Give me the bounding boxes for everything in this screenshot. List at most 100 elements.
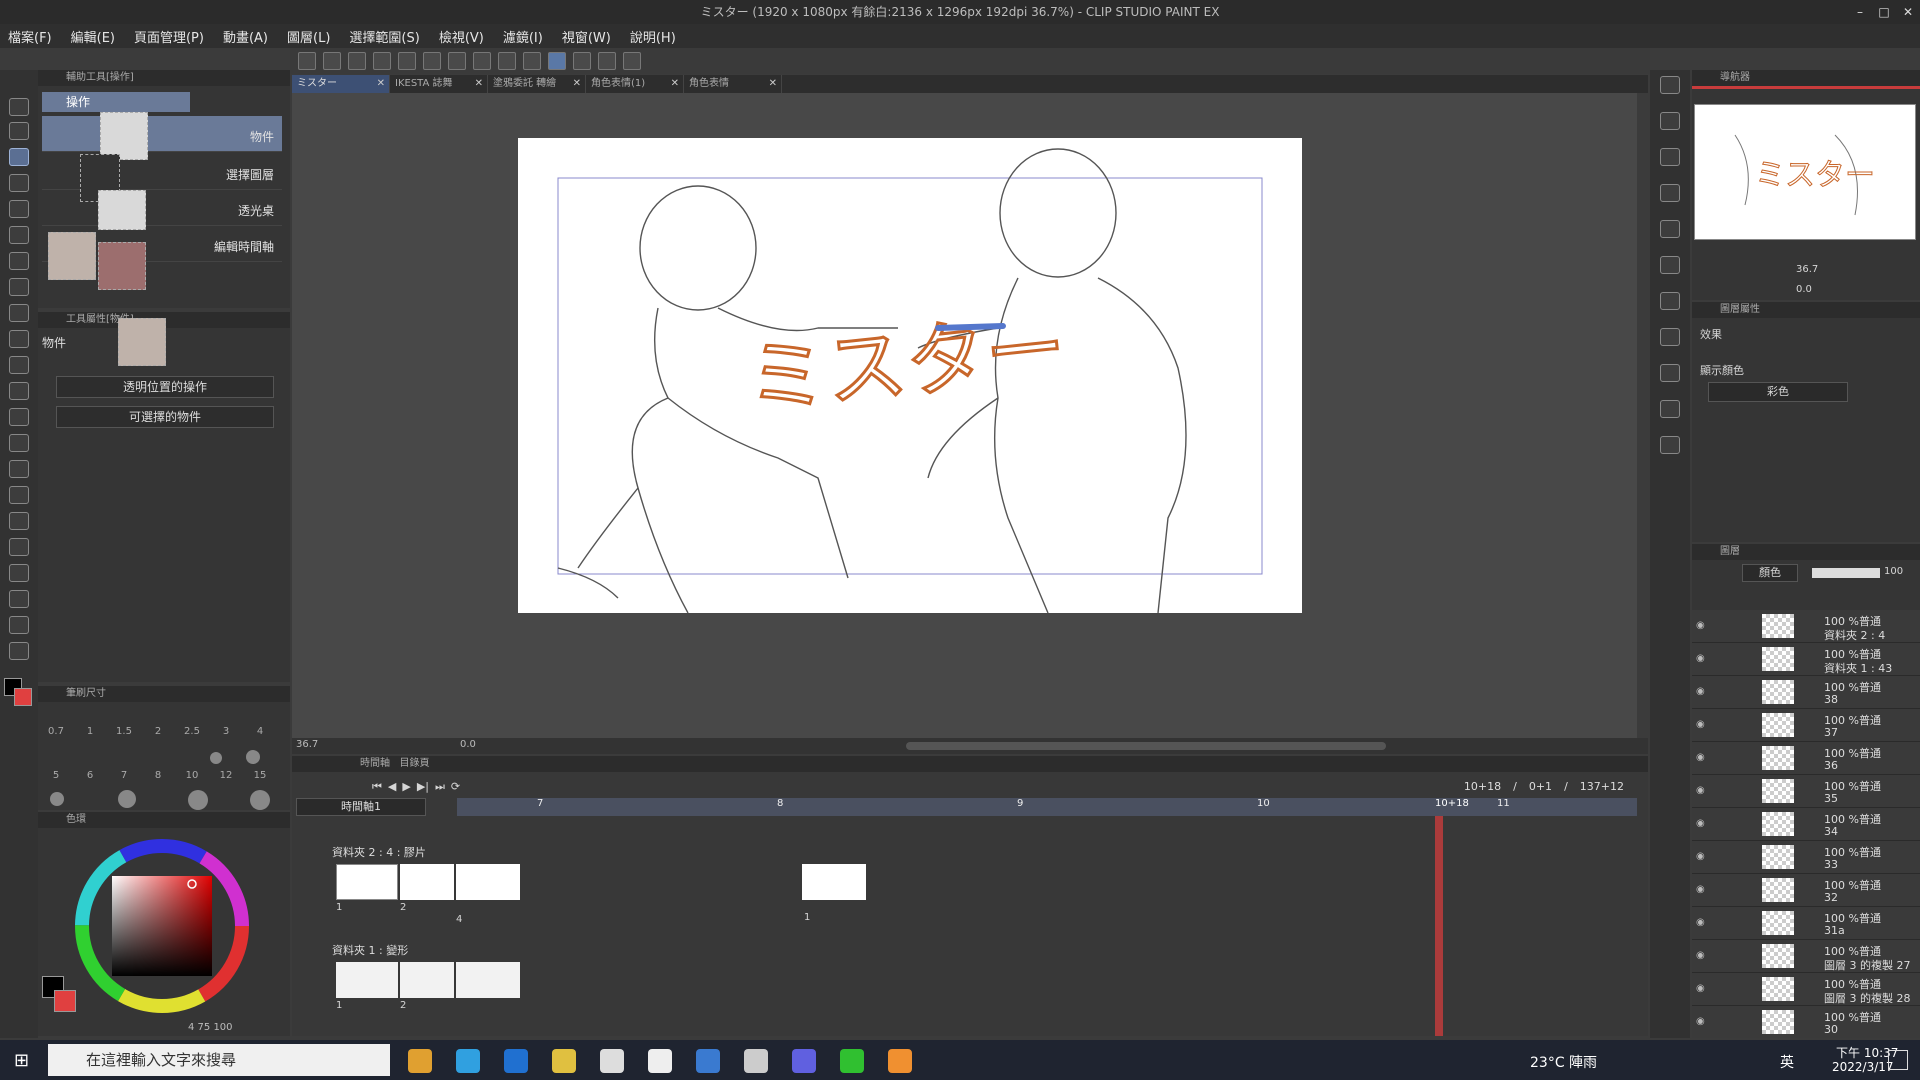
eye-icon[interactable]: ◉ [1696, 818, 1705, 829]
cel-thumbnail[interactable] [336, 962, 398, 998]
balloon-icon[interactable] [9, 616, 29, 634]
cel-thumbnail[interactable] [400, 864, 454, 900]
layer-row[interactable]: ◉ 100 %普通 圖層 3 的複製 27 [1692, 940, 1920, 973]
undo-icon[interactable] [398, 52, 416, 70]
doc-tab[interactable]: IKESTA 誌舞 ✕ [390, 75, 488, 93]
menu-file[interactable]: 檔案(F) [8, 27, 52, 46]
eye-icon[interactable]: ◉ [1696, 785, 1705, 796]
minimize-button[interactable]: – [1848, 0, 1872, 24]
prev-frame-icon[interactable]: ◀ [388, 780, 396, 798]
layer-row[interactable]: ◉ 100 %普通 38 [1692, 676, 1920, 709]
snap-ruler-icon[interactable] [523, 52, 541, 70]
panel-icon[interactable] [1660, 292, 1680, 310]
layer-row[interactable]: ◉ 100 %普通 36 [1692, 742, 1920, 775]
track-header[interactable]: 資料夾 1 : 變形 [292, 940, 1632, 960]
snap-special-ruler-icon[interactable] [548, 52, 566, 70]
panel-icon[interactable] [1660, 112, 1680, 130]
navigator-angle[interactable]: 0.0 [1796, 284, 1812, 295]
ime-indicator[interactable]: 英 [1780, 1052, 1794, 1072]
layer-row[interactable]: ◉ 100 %普通 37 [1692, 709, 1920, 742]
menu-page[interactable]: 頁面管理(P) [134, 27, 204, 46]
cel-thumbnail[interactable] [456, 962, 520, 998]
pen-icon[interactable] [9, 278, 29, 296]
app-icon[interactable] [600, 1049, 624, 1073]
navigator-preview[interactable]: ミスター [1694, 104, 1916, 240]
cel-thumbnail[interactable] [400, 962, 454, 998]
fill-icon[interactable] [473, 52, 491, 70]
brush-size-option[interactable]: 3 [214, 726, 238, 737]
layer-row[interactable]: ◉ 100 %普通 34 [1692, 808, 1920, 841]
layer-row[interactable]: ◉ 100 %普通 資料夾 1 : 43 [1692, 643, 1920, 676]
rotate-tool-icon[interactable] [9, 122, 29, 140]
transparent-operation-dropdown[interactable]: 透明位置的操作 [56, 376, 274, 398]
device-settings-icon[interactable] [598, 52, 616, 70]
brush-size-option[interactable]: 10 [180, 770, 204, 781]
line-icon[interactable] [840, 1049, 864, 1073]
brush-size-option[interactable]: 2 [146, 726, 170, 737]
open-file-icon[interactable] [348, 52, 366, 70]
folder-icon[interactable] [552, 1049, 576, 1073]
sub-color-swatch[interactable] [14, 688, 32, 706]
canvas[interactable]: ミスター [518, 138, 1302, 614]
correct-line-icon[interactable] [9, 642, 29, 660]
angle-readout[interactable]: 0.0 [460, 739, 476, 750]
brush-size-option[interactable]: 8 [146, 770, 170, 781]
panel-icon[interactable] [1660, 364, 1680, 382]
airbrush-icon[interactable] [9, 356, 29, 374]
cel-thumbnail[interactable] [802, 864, 866, 900]
clear-icon[interactable] [448, 52, 466, 70]
subtool-select-layer[interactable]: 選擇圖層 [42, 154, 282, 202]
blend-mode-dropdown[interactable]: 顏色 [1742, 564, 1798, 582]
eye-icon[interactable]: ◉ [1696, 686, 1705, 697]
text-tool-icon[interactable] [9, 590, 29, 608]
panel-icon[interactable] [1660, 256, 1680, 274]
horizontal-scrollbar[interactable] [906, 742, 1386, 750]
edge-icon[interactable] [504, 1049, 528, 1073]
layer-row[interactable]: ◉ 100 %普通 30 [1692, 1006, 1920, 1038]
brush-size-option[interactable]: 15 [248, 770, 272, 781]
panel-icon[interactable] [1660, 328, 1680, 346]
close-icon[interactable]: ✕ [671, 75, 679, 93]
color-wheel[interactable] [70, 834, 254, 1018]
weather[interactable]: 23°C 陣雨 [1530, 1052, 1597, 1072]
doc-tab[interactable]: 角色表情(1) ✕ [586, 75, 684, 93]
brush-size-option[interactable]: 1 [78, 726, 102, 737]
first-frame-icon[interactable]: ⏮ [372, 780, 382, 798]
snap-grid-icon[interactable] [573, 52, 591, 70]
app-icon[interactable] [696, 1049, 720, 1073]
layer-row[interactable]: ◉ 100 %普通 圖層 3 的複製 28 [1692, 973, 1920, 1006]
subtool-light-table[interactable]: 透光桌 [42, 190, 282, 230]
opacity-value[interactable]: 100 [1884, 566, 1903, 577]
clip-studio-icon[interactable] [744, 1049, 768, 1073]
fill-tool-icon[interactable] [9, 460, 29, 478]
panel-icon[interactable] [1660, 184, 1680, 202]
eye-icon[interactable]: ◉ [1696, 752, 1705, 763]
brush-size-option[interactable]: 5 [44, 770, 68, 781]
taskbar-search-input[interactable]: 在這裡輸入文字來搜尋 [48, 1044, 390, 1076]
app-icon[interactable] [648, 1049, 672, 1073]
close-icon[interactable]: ✕ [377, 75, 385, 93]
menu-selection[interactable]: 選擇範圍(S) [349, 27, 419, 46]
figure-icon[interactable] [9, 512, 29, 530]
layer-row[interactable]: ◉ 100 %普通 35 [1692, 775, 1920, 808]
search-icon[interactable] [1660, 76, 1680, 94]
menu-layer[interactable]: 圖層(L) [287, 27, 330, 46]
save-icon[interactable] [373, 52, 391, 70]
decoration-icon[interactable] [9, 382, 29, 400]
eye-icon[interactable]: ◉ [1696, 653, 1705, 664]
eraser-icon[interactable] [9, 408, 29, 426]
layer-row[interactable]: ◉ 100 %普通 資料夾 2 : 4 [1692, 610, 1920, 643]
subtool-group-tab[interactable]: 操作 [42, 92, 190, 112]
eye-icon[interactable]: ◉ [1696, 884, 1705, 895]
play-icon[interactable]: ▶ [402, 780, 410, 798]
layer-row[interactable]: ◉ 100 %普通 31a [1692, 907, 1920, 940]
menu-help[interactable]: 說明(H) [630, 27, 676, 46]
maximize-button[interactable]: □ [1872, 0, 1896, 24]
pencil-icon[interactable] [9, 304, 29, 322]
zoom-tool-icon[interactable] [9, 98, 29, 116]
doc-tab[interactable]: 塗鴉委託 轉繪 ✕ [488, 75, 586, 93]
loop-icon[interactable]: ⟳ [451, 780, 460, 798]
brush-size-option[interactable]: 1.5 [112, 726, 136, 737]
cel-thumbnail[interactable] [456, 864, 520, 900]
brush-icon[interactable] [9, 330, 29, 348]
